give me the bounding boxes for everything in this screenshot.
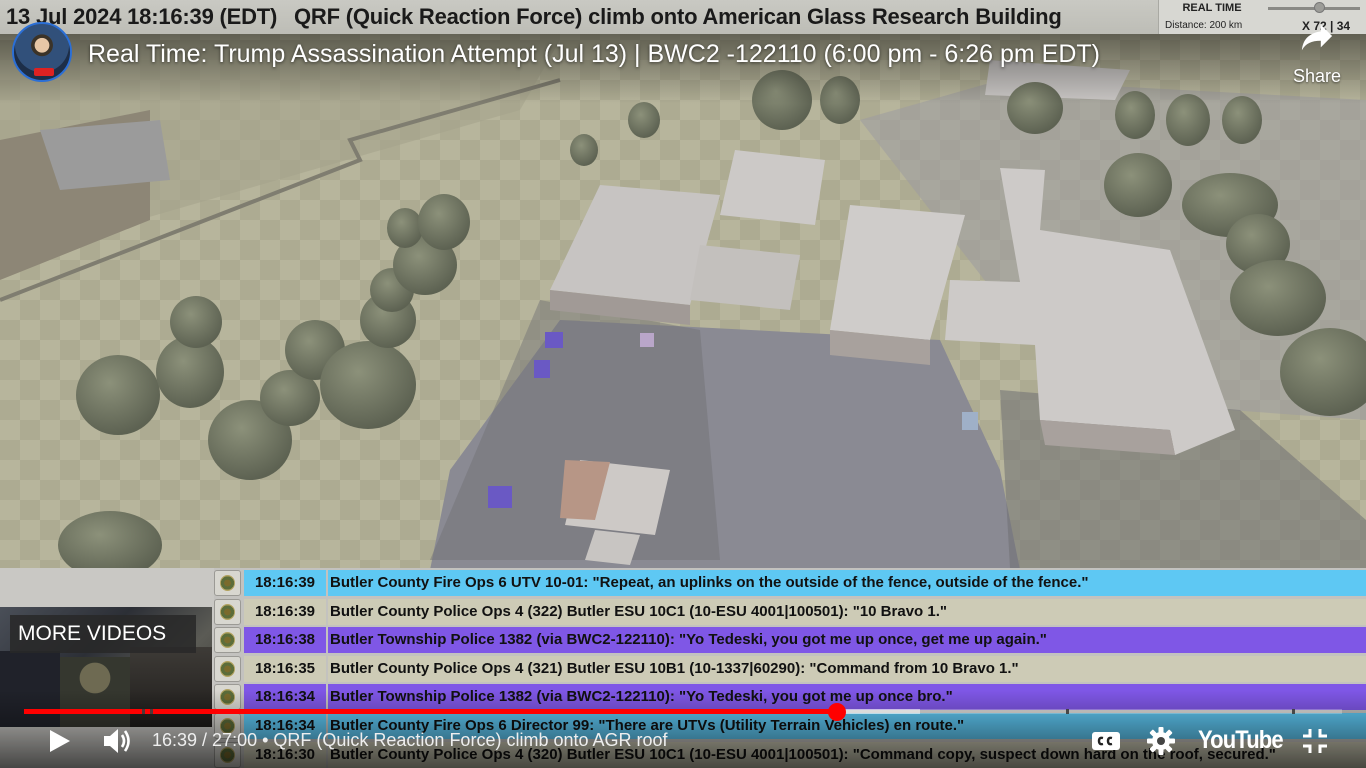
avatar-badge (34, 68, 54, 76)
log-time: 18:16:35 (244, 655, 326, 682)
video-title[interactable]: Real Time: Trump Assassination Attempt (… (88, 40, 1100, 69)
real-time-title: REAL TIME (1182, 2, 1242, 14)
share-label: Share (1292, 66, 1342, 86)
speed-slider-knob (1314, 2, 1325, 13)
distance-readout: Distance: 200 km (1165, 20, 1243, 31)
chapter-gap (150, 709, 153, 714)
captions-button[interactable] (1090, 726, 1122, 756)
log-time: 18:16:39 (244, 570, 326, 596)
log-time: 18:16:39 (244, 598, 326, 625)
time-display: 16:39 / 27:00 • QRF (Quick Reaction Forc… (152, 730, 668, 750)
log-message: Butler Township Police 1382 (via BWC2-12… (328, 627, 1366, 654)
chapter-gap (142, 709, 145, 714)
share-arrow-icon (1301, 24, 1333, 51)
event-caption-bar: 13 Jul 2024 18:16:39 (EDT) QRF (Quick Re… (0, 0, 1366, 34)
log-message: Butler County Police Ops 4 (321) Butler … (328, 655, 1366, 682)
volume-icon (104, 729, 130, 753)
chapter-gap (1292, 709, 1295, 714)
youtube-logo[interactable]: YouTube (1198, 726, 1284, 756)
settings-button[interactable] (1144, 724, 1178, 758)
exit-fullscreen-icon (1303, 729, 1327, 753)
channel-avatar[interactable] (12, 22, 72, 82)
agency-badge-icon (214, 627, 241, 654)
agency-badge-icon (214, 598, 241, 625)
caption-event-title: QRF (Quick Reaction Force) climb onto Am… (294, 4, 1062, 29)
progress-scrubber-knob[interactable] (827, 703, 846, 721)
closed-captions-icon (1092, 732, 1120, 750)
play-icon (50, 730, 70, 752)
volume-button[interactable] (100, 724, 136, 758)
play-button[interactable] (42, 724, 76, 758)
agency-badge-icon (214, 655, 241, 682)
log-row: 18:16:39 Butler County Fire Ops 6 UTV 10-… (0, 569, 1366, 597)
exit-fullscreen-button[interactable] (1300, 726, 1330, 756)
agency-badge-icon (214, 570, 241, 596)
log-time: 18:16:38 (244, 627, 326, 654)
real-time-panel: REAL TIME Distance: 200 km (1158, 0, 1264, 34)
share-button[interactable]: Share (1284, 16, 1350, 92)
log-message: Butler County Fire Ops 6 UTV 10-01: "Rep… (328, 570, 1366, 596)
progress-played (24, 709, 837, 714)
log-message: Butler County Police Ops 4 (322) Butler … (328, 598, 1366, 625)
gear-icon (1147, 727, 1175, 755)
progress-bar[interactable] (24, 703, 1342, 721)
chapter-gap (1066, 709, 1069, 714)
more-videos-label: MORE VIDEOS (18, 622, 167, 645)
